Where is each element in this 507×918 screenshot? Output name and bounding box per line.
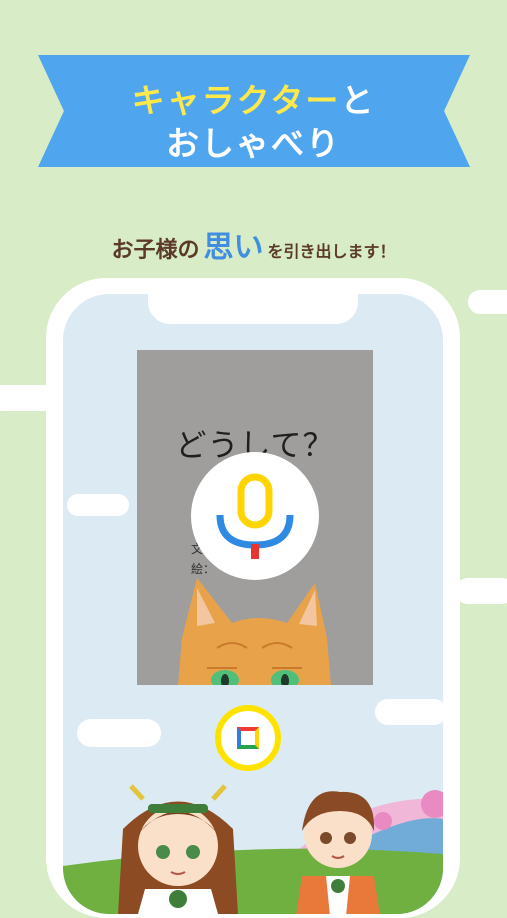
cat-illustration [178,578,331,685]
microphone-button[interactable] [191,452,319,580]
stop-icon [237,727,259,749]
girl-character [118,784,238,914]
stop-button[interactable] [215,705,281,771]
phone-notch [148,290,358,324]
banner-line1: キャラクターと [131,81,376,120]
cloud [455,578,507,604]
cloud [468,290,507,314]
tagline-highlight: 思い [203,230,264,265]
tagline: お子様の 思い を引き出します！ [111,230,396,265]
boy-character [296,791,380,914]
banner-line2: おしゃべり [166,124,341,163]
microphone-icon [216,473,294,559]
